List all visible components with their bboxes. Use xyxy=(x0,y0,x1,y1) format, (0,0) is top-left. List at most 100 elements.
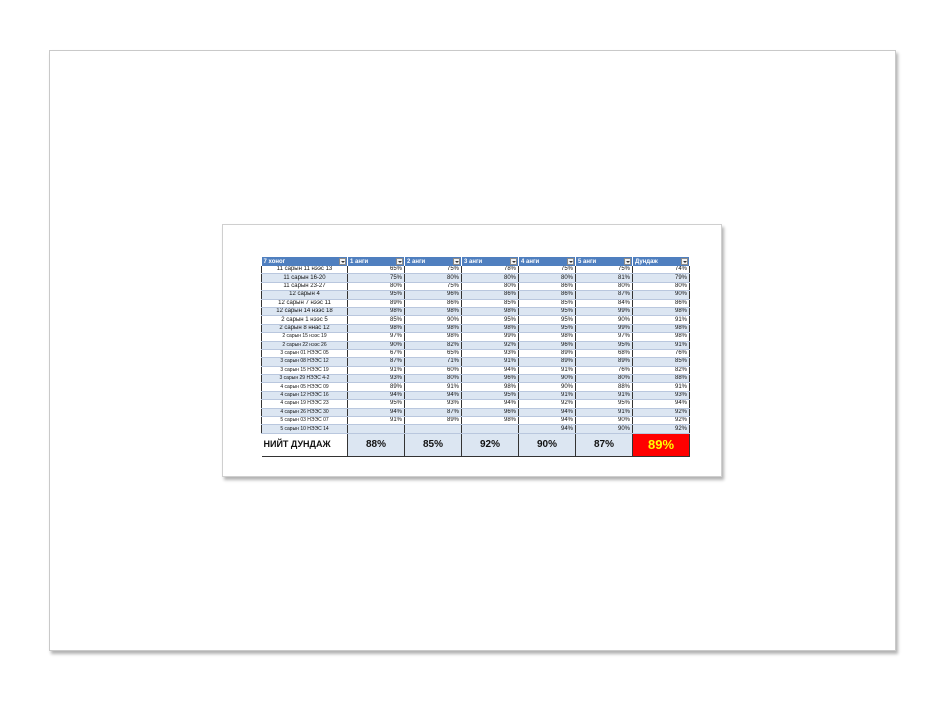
value-cell: 97% xyxy=(575,332,633,342)
value-cell: 89% xyxy=(347,299,405,308)
value-cell: 90% xyxy=(575,424,633,434)
table-row: 2 сарын 8 ннас 12 98% 98% 98% 95% 99% 98% xyxy=(261,324,690,334)
total-cell: 90% xyxy=(518,432,576,457)
table-row: 3 сарын 29 НЭЭС 4-2 93% 80% 96% 90% 80% 88% xyxy=(261,374,690,384)
value-cell: 90% xyxy=(575,416,633,426)
table-row: 5 сарын 10 НЭЭС 14 94% 90% 92% xyxy=(261,424,690,434)
filter-dropdown-icon[interactable] xyxy=(396,258,403,265)
column-header[interactable]: 3 анги xyxy=(461,257,519,266)
value-cell: 75% xyxy=(404,282,462,292)
week-label-cell: 12 сарын 7 нээс 11 xyxy=(261,299,348,308)
value-cell: 89% xyxy=(518,349,576,359)
column-header[interactable]: Дундаж xyxy=(632,257,690,266)
value-cell: 79% xyxy=(632,273,690,283)
value-cell: 86% xyxy=(632,299,690,308)
value-cell: 91% xyxy=(575,408,633,418)
week-label-cell: 3 сарын 01 НЭЭС 05 xyxy=(261,349,348,359)
table-row: 11 сарын 23-27 80% 75% 80% 86% 80% 80% xyxy=(261,282,690,292)
value-cell: 91% xyxy=(347,366,405,376)
filter-dropdown-icon[interactable] xyxy=(624,258,631,265)
value-cell: 75% xyxy=(404,266,462,275)
filter-dropdown-icon[interactable] xyxy=(681,258,688,265)
value-cell: 75% xyxy=(575,266,633,275)
value-cell: 98% xyxy=(518,332,576,342)
value-cell: 75% xyxy=(518,266,576,275)
value-cell: 95% xyxy=(347,399,405,409)
filter-dropdown-icon[interactable] xyxy=(510,258,517,265)
value-cell: 80% xyxy=(347,282,405,292)
week-label-cell: 4 сарын 26 НЭЭС 30 xyxy=(261,408,348,418)
column-header[interactable]: 2 анги xyxy=(404,257,462,266)
value-cell: 99% xyxy=(461,332,519,342)
value-cell: 91% xyxy=(632,382,690,392)
table-row: 12 сарын 4 95% 96% 86% 86% 87% 90% xyxy=(261,290,690,300)
value-cell: 90% xyxy=(347,341,405,350)
value-cell: 78% xyxy=(461,266,519,275)
value-cell: 65% xyxy=(404,349,462,359)
value-cell: 87% xyxy=(575,290,633,300)
value-cell: 98% xyxy=(404,324,462,334)
value-cell: 91% xyxy=(518,391,576,401)
value-cell: 98% xyxy=(632,332,690,342)
column-header[interactable]: 5 анги xyxy=(575,257,633,266)
filter-dropdown-icon[interactable] xyxy=(567,258,574,265)
filter-dropdown-icon[interactable] xyxy=(339,258,346,265)
week-label-cell: 2 сарын 8 ннас 12 xyxy=(261,324,348,334)
week-label-cell: 11 сарын 23-27 xyxy=(261,282,348,292)
value-cell: 88% xyxy=(632,374,690,384)
value-cell: 98% xyxy=(404,332,462,342)
value-cell: 93% xyxy=(461,349,519,359)
value-cell: 90% xyxy=(632,290,690,300)
table-row: 4 сарын 26 НЭЭС 30 94% 87% 96% 94% 91% 92% xyxy=(261,408,690,418)
total-label: НИЙТ ДУНДАЖ xyxy=(261,432,348,457)
value-cell: 85% xyxy=(632,357,690,367)
column-header[interactable]: 4 анги xyxy=(518,257,576,266)
value-cell: 88% xyxy=(575,382,633,392)
table-row: 3 сарын 08 НЭЭС 12 87% 71% 91% 89% 89% 85% xyxy=(261,357,690,367)
value-cell: 93% xyxy=(404,399,462,409)
value-cell: 60% xyxy=(404,366,462,376)
table-row: 4 сарын 05 НЭЭС 09 89% 91% 98% 90% 88% 91% xyxy=(261,382,690,392)
value-cell: 91% xyxy=(404,382,462,392)
week-label-cell: 12 сарын 4 xyxy=(261,290,348,300)
total-cell: 88% xyxy=(347,432,405,457)
table-row: 2 сарын 1 нээс 5 85% 90% 95% 95% 90% 91% xyxy=(261,315,690,325)
value-cell: 80% xyxy=(404,273,462,283)
value-cell: 91% xyxy=(632,315,690,325)
value-cell: 98% xyxy=(347,324,405,334)
value-cell: 85% xyxy=(461,299,519,308)
table-row: 11 сарын 16-20 75% 80% 80% 80% 81% 79% xyxy=(261,273,690,283)
column-header[interactable]: 7 хоног xyxy=(261,257,348,266)
value-cell: 91% xyxy=(347,416,405,426)
table-row: 11 сарын 11 нээс 13 65% 75% 78% 75% 75% 74% xyxy=(261,266,690,275)
week-label-cell: 4 сарын 05 НЭЭС 09 xyxy=(261,382,348,392)
value-cell: 91% xyxy=(575,391,633,401)
total-cell: 92% xyxy=(461,432,519,457)
value-cell: 89% xyxy=(518,357,576,367)
value-cell: 91% xyxy=(461,357,519,367)
value-cell: 86% xyxy=(404,299,462,308)
value-cell: 85% xyxy=(347,315,405,325)
table-row: 12 сарын 7 нээс 11 89% 86% 85% 85% 84% 86% xyxy=(261,299,690,308)
value-cell: 98% xyxy=(632,324,690,334)
value-cell: 90% xyxy=(518,374,576,384)
week-label-cell: 5 сарын 03 НЭЭС 07 xyxy=(261,416,348,426)
week-label-cell: 3 сарын 29 НЭЭС 4-2 xyxy=(261,374,348,384)
value-cell: 87% xyxy=(404,408,462,418)
value-cell: 93% xyxy=(347,374,405,384)
value-cell: 82% xyxy=(632,366,690,376)
value-cell: 74% xyxy=(632,266,690,275)
value-cell: 99% xyxy=(575,324,633,334)
filter-dropdown-icon[interactable] xyxy=(453,258,460,265)
value-cell: 80% xyxy=(575,282,633,292)
value-cell: 92% xyxy=(632,416,690,426)
value-cell: 96% xyxy=(461,408,519,418)
week-label-cell: 2 сарын 22 нээс 26 xyxy=(261,341,348,350)
value-cell: 94% xyxy=(632,399,690,409)
value-cell: 90% xyxy=(575,315,633,325)
value-cell: 94% xyxy=(404,391,462,401)
value-cell: 95% xyxy=(575,341,633,350)
column-header[interactable]: 1 анги xyxy=(347,257,405,266)
value-cell: 95% xyxy=(461,391,519,401)
value-cell: 71% xyxy=(404,357,462,367)
